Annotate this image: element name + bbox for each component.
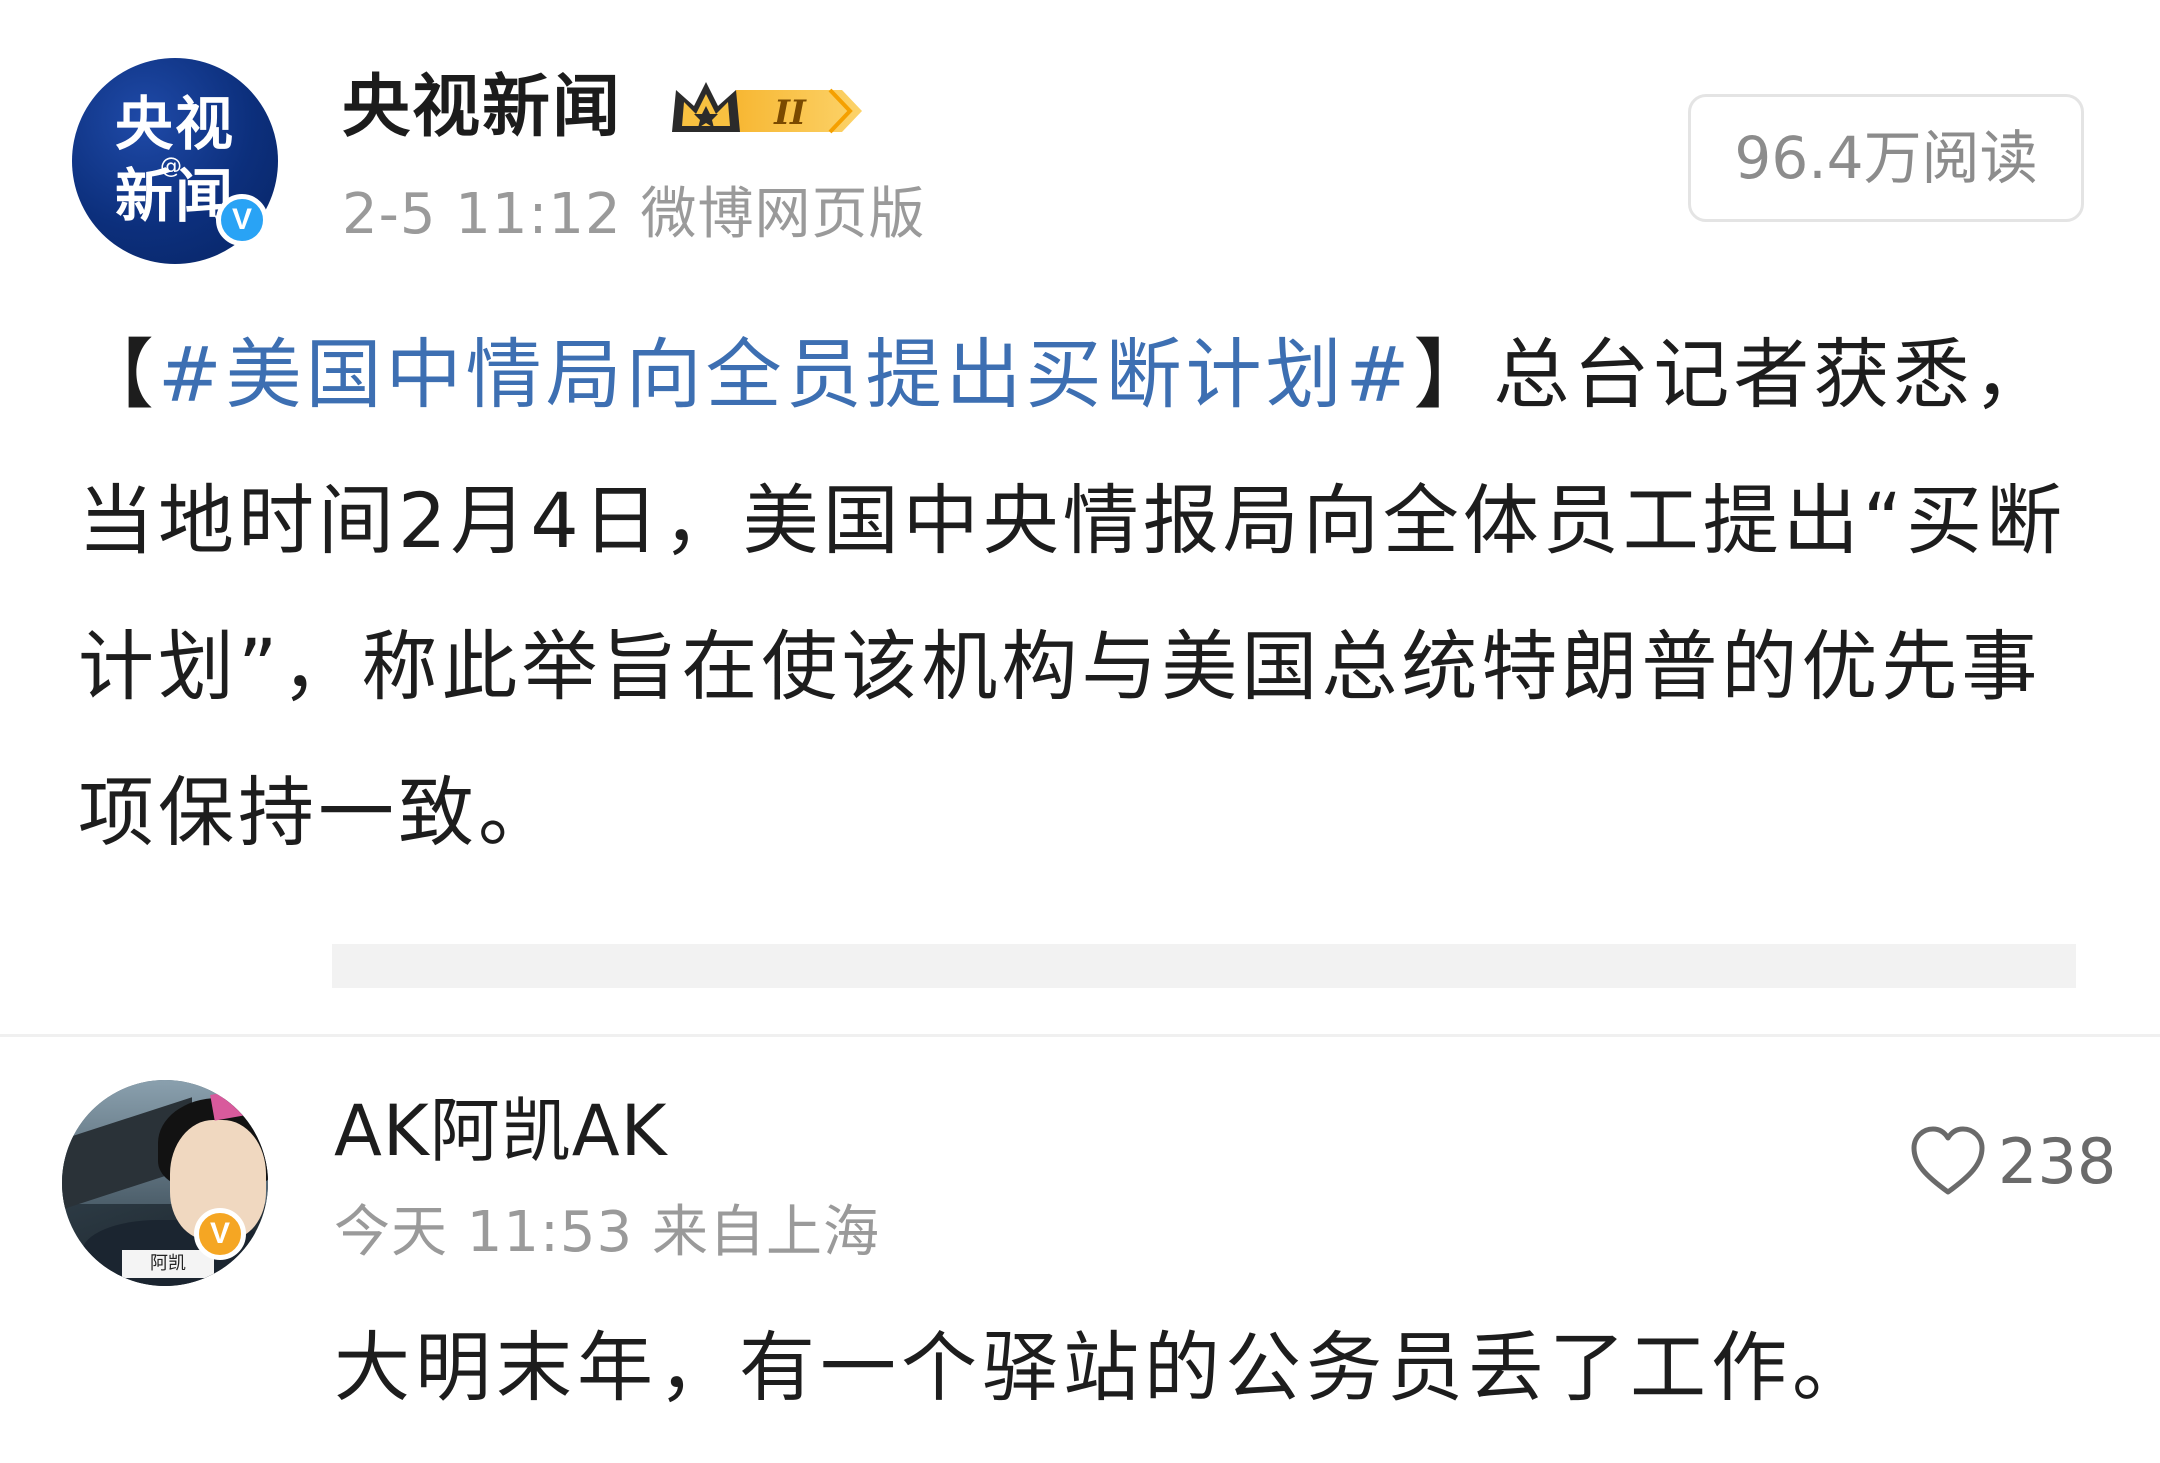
author-name[interactable]: 央视新闻 — [342, 68, 622, 148]
post-body: 【#美国中情局向全员提出买断计划#】总台记者获悉，当地时间2月4日，美国中央情报… — [78, 302, 2088, 886]
post-meta: 2-5 11:12 微博网页版 — [342, 182, 926, 247]
commenter-avatar[interactable]: 阿凯 — [62, 1080, 268, 1286]
heart-icon[interactable] — [1908, 1122, 1988, 1202]
cctv-logo-line1: 央视 — [114, 90, 235, 158]
section-divider — [0, 1034, 2160, 1037]
comment-text: 大明末年，有一个驿站的公务员丢了工作。 — [334, 1323, 1873, 1412]
post-footer-divider — [332, 944, 2076, 988]
crown-badge-icon[interactable]: II — [666, 76, 866, 146]
read-count-badge[interactable]: 96.4万阅读 — [1688, 94, 2084, 222]
crown-icon — [672, 82, 740, 132]
like-button[interactable]: 238 — [1908, 1122, 2116, 1202]
weibo-post: 央视 @ 新闻 V 央视新闻 II 2-5 11:12 微博网页版 96.4万阅… — [0, 0, 2160, 1035]
verified-blue-icon: V — [216, 194, 268, 246]
like-count: 238 — [1998, 1125, 2117, 1198]
hashtag-link[interactable]: #美国中情局向全员提出买断计划# — [158, 330, 1413, 419]
commenter-name[interactable]: AK阿凯AK — [334, 1090, 668, 1172]
crown-level: II — [773, 93, 807, 133]
bracket-close: 】 — [1413, 330, 1494, 419]
comment-meta: 今天 11:53 来自上海 — [334, 1200, 880, 1265]
bracket-open: 【 — [78, 330, 158, 419]
avatar-tag: 阿凯 — [122, 1250, 214, 1278]
verified-gold-icon: V — [194, 1208, 246, 1260]
